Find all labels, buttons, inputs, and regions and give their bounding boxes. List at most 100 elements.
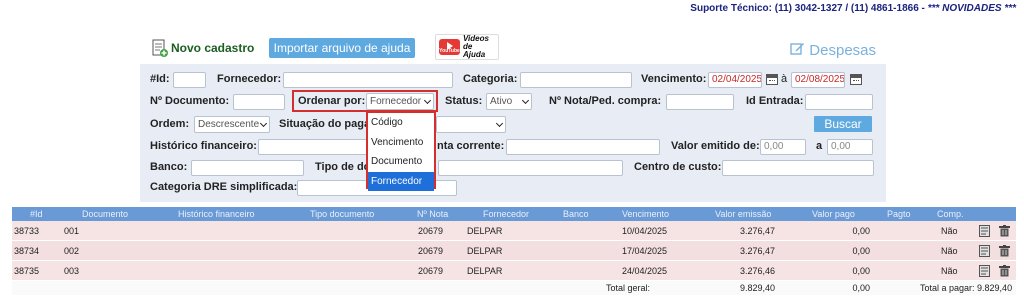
help-videos-button[interactable]: YouTube Videos de Ajuda: [435, 34, 499, 60]
ordem-select[interactable]: Descrescente: [194, 116, 270, 133]
documento-input[interactable]: [233, 94, 285, 110]
historico-label: Histórico financeiro:: [150, 140, 257, 152]
fornecedor-input[interactable]: [283, 72, 453, 88]
nota-input[interactable]: [666, 94, 734, 110]
tipo-label: Tipo de do: [315, 161, 371, 173]
filter-panel: #Id: Fornecedor: Categoria: Vencimento: …: [140, 64, 886, 202]
vencimento-label: Vencimento:: [641, 73, 707, 85]
valor-to-input[interactable]: 0,00: [827, 139, 873, 155]
valor-from-input[interactable]: 0,00: [760, 139, 806, 155]
cell-fornecedor: DELPAR: [467, 246, 503, 256]
youtube-icon: YouTube: [439, 39, 461, 55]
calendar-icon[interactable]: [850, 74, 862, 85]
col-pagto[interactable]: Pagto: [887, 207, 911, 221]
banco-label: Banco:: [150, 161, 188, 173]
cell-vencimento: 17/04/2025: [622, 246, 668, 256]
historico-input[interactable]: [258, 139, 368, 155]
status-label: Status:: [445, 95, 483, 107]
conta-label: nta corrente:: [437, 140, 505, 152]
dropdown-option-codigo[interactable]: Código: [368, 113, 434, 133]
cell-valor-pago: 0,00: [852, 226, 870, 236]
cell-documento: 002: [64, 246, 80, 256]
id-input[interactable]: [173, 72, 206, 88]
valor-label: Valor emitido de:: [671, 140, 760, 152]
cell-id: 38735: [14, 266, 40, 276]
cell-fornecedor: DELPAR: [467, 226, 503, 236]
ordenar-dropdown: Código Vencimento Documento Fornecedor: [366, 111, 436, 191]
col-historico[interactable]: Histórico financeiro: [178, 207, 255, 221]
col-tipo[interactable]: Tipo documento: [310, 207, 374, 221]
col-valor-pago[interactable]: Valor pago: [812, 207, 855, 221]
page-title: Despesas: [790, 41, 876, 59]
cell-vencimento: 24/04/2025: [622, 266, 668, 276]
cell-nota: 20679: [418, 226, 444, 236]
news-link[interactable]: *** NOVIDADES ***: [928, 3, 1016, 14]
support-contact: Suporte Técnico: (11) 3042-1327 / (11) 4…: [690, 3, 1016, 14]
page-title-text: Despesas: [809, 41, 876, 59]
situacao-select[interactable]: [436, 116, 506, 133]
trash-icon[interactable]: [999, 225, 1010, 237]
buscar-button[interactable]: Buscar: [814, 116, 872, 132]
trash-icon[interactable]: [999, 265, 1010, 277]
situacao-label: Situação do paga: [279, 118, 371, 130]
ordenar-highlight: [292, 90, 438, 112]
total-emissao: 9.829,40: [739, 283, 775, 293]
table-row[interactable]: 38733 001 20679 DELPAR 10/04/2025 3.276,…: [12, 221, 1016, 241]
fornecedor-label: Fornecedor:: [217, 73, 282, 85]
identrada-input[interactable]: [805, 94, 873, 110]
new-document-icon: [152, 39, 168, 58]
conta-input[interactable]: [506, 139, 660, 155]
cell-vencimento: 10/04/2025: [622, 226, 668, 236]
details-icon[interactable]: [979, 225, 990, 237]
dropdown-option-documento[interactable]: Documento: [368, 152, 434, 172]
total-label: Total geral:: [606, 283, 651, 293]
total-pago: 0,00: [852, 283, 870, 293]
cell-valor-emissao: 3.276,47: [739, 226, 775, 236]
total-pagar: Total a pagar: 9.829,40: [920, 283, 1013, 293]
cell-nota: 20679: [418, 246, 444, 256]
cell-comp: Não: [941, 226, 958, 236]
status-select[interactable]: Ativo: [486, 93, 532, 110]
details-icon[interactable]: [979, 265, 990, 277]
cell-id: 38734: [14, 246, 40, 256]
details-icon[interactable]: [979, 245, 990, 257]
table-row[interactable]: 38735 003 20679 DELPAR 24/04/2025 3.276,…: [12, 261, 1016, 281]
dropdown-option-fornecedor[interactable]: Fornecedor: [368, 171, 434, 191]
new-record-button[interactable]: Novo cadastro: [152, 38, 254, 58]
categoria-label: Categoria:: [463, 73, 518, 85]
col-vencimento[interactable]: Vencimento: [622, 207, 669, 221]
col-nota[interactable]: Nº Nota: [417, 207, 448, 221]
vencimento-from-input[interactable]: 02/04/2025: [708, 72, 762, 88]
col-comp[interactable]: Comp.: [937, 207, 964, 221]
dre-label: Categoria DRE simplificada:: [150, 181, 298, 193]
id-label: #Id:: [150, 73, 170, 85]
cell-id: 38733: [14, 226, 40, 236]
cell-valor-pago: 0,00: [852, 266, 870, 276]
col-id[interactable]: #Id: [30, 207, 43, 221]
tipo-input[interactable]: [438, 160, 623, 176]
calendar-icon[interactable]: [766, 74, 778, 85]
cell-comp: Não: [941, 246, 958, 256]
dropdown-option-vencimento[interactable]: Vencimento: [368, 133, 434, 153]
identrada-label: Id Entrada:: [746, 95, 804, 107]
nota-label: Nº Nota/Ped. compra:: [549, 95, 662, 107]
col-banco[interactable]: Banco: [563, 207, 589, 221]
trash-icon[interactable]: [999, 245, 1010, 257]
cell-fornecedor: DELPAR: [467, 266, 503, 276]
cell-valor-emissao: 3.276,47: [739, 246, 775, 256]
expenses-table: #Id Documento Histórico financeiro Tipo …: [12, 207, 1016, 295]
vencimento-to-input[interactable]: 02/08/2025: [791, 72, 845, 88]
col-documento[interactable]: Documento: [82, 207, 128, 221]
vencimento-separator: à: [781, 73, 788, 85]
categoria-input[interactable]: [520, 72, 632, 88]
col-valor-emissao[interactable]: Valor emissão: [715, 207, 771, 221]
centro-input[interactable]: [722, 160, 874, 176]
cell-documento: 003: [64, 266, 80, 276]
import-help-file-button[interactable]: Importar arquivo de ajuda: [269, 38, 415, 58]
table-header: #Id Documento Histórico financeiro Tipo …: [12, 207, 1016, 221]
table-row[interactable]: 38734 002 20679 DELPAR 17/04/2025 3.276,…: [12, 241, 1016, 261]
new-record-label: Novo cadastro: [171, 41, 255, 55]
col-fornecedor[interactable]: Fornecedor: [483, 207, 529, 221]
cell-documento: 001: [64, 226, 80, 236]
banco-input[interactable]: [191, 160, 304, 176]
